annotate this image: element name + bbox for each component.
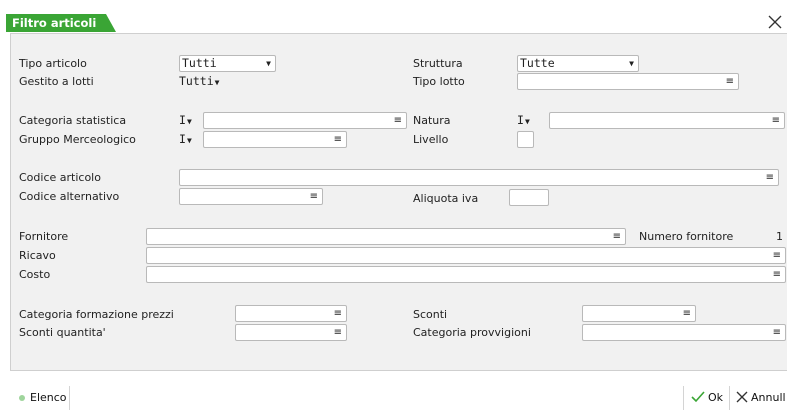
list-icon[interactable]: ≡ — [773, 326, 781, 340]
sconti-quantita-field[interactable]: ≡ — [235, 324, 347, 341]
elenco-label: Elenco — [30, 391, 67, 404]
codice-alternativo-label: Codice alternativo — [19, 190, 120, 203]
costo-label: Costo — [19, 268, 51, 281]
categoria-statistica-label: Categoria statistica — [19, 114, 127, 127]
list-icon[interactable]: ≡ — [394, 114, 402, 128]
dropdown-arrow-icon: ▼ — [186, 136, 192, 145]
codice-articolo-field[interactable]: ≡ — [179, 169, 779, 186]
categoria-statistica-field[interactable]: ≡ — [203, 112, 407, 129]
list-icon[interactable]: ≡ — [310, 190, 318, 204]
gruppo-merceologico-mode[interactable]: I▼ — [179, 132, 201, 149]
categoria-statistica-mode-value: I — [179, 113, 186, 127]
close-icon[interactable] — [768, 15, 782, 29]
numero-fornitore-label: Numero fornitore — [639, 230, 734, 243]
struttura-label: Struttura — [413, 57, 463, 70]
fornitore-label: Fornitore — [19, 230, 69, 243]
list-icon[interactable]: ≡ — [334, 326, 342, 340]
natura-label: Natura — [413, 114, 451, 127]
annulla-label: Annull — [751, 391, 786, 404]
divider — [683, 386, 684, 410]
natura-field[interactable]: ≡ — [549, 112, 785, 129]
struttura-value: Tutte — [520, 56, 555, 70]
elenco-button[interactable]: Elenco — [12, 382, 68, 412]
ok-button[interactable]: Ok — [687, 382, 727, 412]
livello-field[interactable] — [517, 131, 534, 148]
footer-bar: Elenco Ok Annull — [0, 382, 787, 412]
dropdown-arrow-icon: ▼ — [629, 59, 634, 68]
costo-field[interactable]: ≡ — [146, 266, 786, 283]
categoria-provvigioni-label: Categoria provvigioni — [413, 326, 531, 339]
list-icon[interactable]: ≡ — [772, 114, 780, 128]
divider — [729, 386, 730, 410]
list-icon[interactable]: ≡ — [334, 307, 342, 321]
struttura-select[interactable]: Tutte ▼ — [517, 55, 639, 72]
list-icon[interactable]: ≡ — [773, 249, 781, 263]
tipo-articolo-label: Tipo articolo — [19, 57, 87, 70]
codice-alternativo-field[interactable]: ≡ — [179, 188, 323, 205]
sconti-label: Sconti — [413, 308, 448, 321]
tipo-articolo-value: Tutti — [182, 56, 217, 70]
aliquota-iva-label: Aliquota iva — [413, 192, 479, 205]
list-icon[interactable]: ≡ — [613, 230, 621, 244]
tipo-articolo-select[interactable]: Tutti ▼ — [179, 55, 276, 72]
tipo-lotto-label: Tipo lotto — [413, 75, 465, 88]
gestito-a-lotti-value: Tutti — [179, 74, 214, 88]
ok-label: Ok — [708, 391, 724, 404]
gruppo-merceologico-mode-value: I — [179, 132, 186, 146]
tipo-lotto-field[interactable]: ≡ — [517, 73, 739, 90]
gestito-a-lotti-label: Gestito a lotti — [19, 75, 94, 88]
dropdown-arrow-icon: ▼ — [524, 117, 530, 126]
gruppo-merceologico-label: Gruppo Merceologico — [19, 133, 136, 146]
natura-mode-value: I — [517, 113, 524, 127]
list-icon[interactable]: ≡ — [726, 75, 734, 89]
dropdown-arrow-icon: ▼ — [266, 59, 271, 68]
cancel-x-icon — [736, 391, 748, 403]
filter-panel: Tipo articolo Tutti ▼ Struttura Tutte ▼ … — [10, 33, 787, 371]
ricavo-label: Ricavo — [19, 249, 56, 262]
title-tab: Filtro articoli — [6, 14, 116, 32]
list-icon[interactable]: ≡ — [683, 307, 691, 321]
list-icon[interactable]: ≡ — [766, 171, 774, 185]
title-bar: Filtro articoli — [0, 0, 787, 32]
gruppo-merceologico-field[interactable]: ≡ — [203, 131, 347, 148]
dropdown-arrow-icon: ▼ — [186, 117, 192, 126]
natura-mode[interactable]: I▼ — [517, 113, 539, 130]
annulla-button[interactable]: Annull — [733, 382, 787, 412]
window-title: Filtro articoli — [12, 16, 97, 30]
categoria-provvigioni-field[interactable]: ≡ — [582, 324, 786, 341]
fornitore-field[interactable]: ≡ — [146, 228, 626, 245]
status-dot-icon — [19, 395, 25, 401]
dropdown-arrow-icon: ▼ — [214, 78, 220, 87]
categoria-formazione-prezzi-field[interactable]: ≡ — [235, 305, 347, 322]
sconti-field[interactable]: ≡ — [582, 305, 696, 322]
gestito-a-lotti-select[interactable]: Tutti▼ — [179, 74, 239, 91]
categoria-statistica-mode[interactable]: I▼ — [179, 113, 201, 130]
codice-articolo-label: Codice articolo — [19, 171, 101, 184]
numero-fornitore-value: 1 — [776, 230, 783, 243]
list-icon[interactable]: ≡ — [773, 268, 781, 282]
categoria-formazione-prezzi-label: Categoria formazione prezzi — [19, 308, 174, 321]
divider — [69, 386, 70, 410]
aliquota-iva-field[interactable] — [509, 189, 549, 206]
livello-label: Livello — [413, 133, 449, 146]
sconti-quantita-label: Sconti quantita' — [19, 326, 106, 339]
check-icon — [691, 391, 705, 403]
list-icon[interactable]: ≡ — [334, 133, 342, 147]
ricavo-field[interactable]: ≡ — [146, 247, 786, 264]
